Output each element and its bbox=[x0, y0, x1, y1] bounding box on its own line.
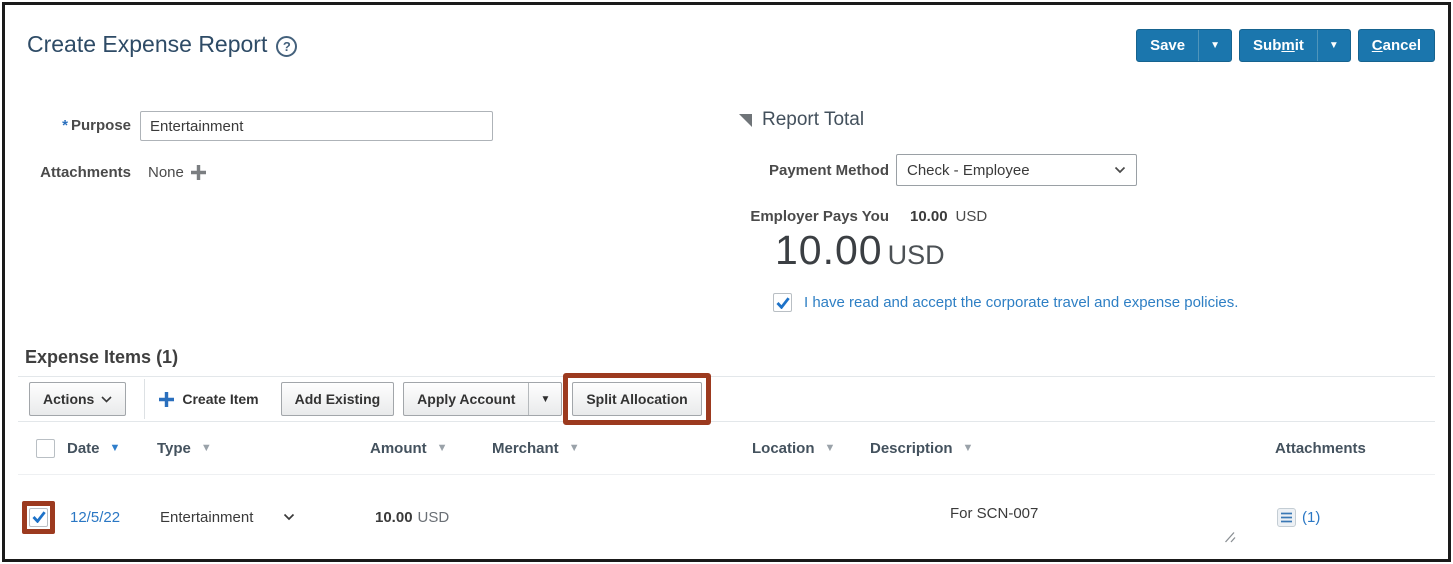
expense-description-cell[interactable]: For SCN-007 bbox=[865, 475, 1265, 559]
report-total-title: Report Total bbox=[762, 109, 864, 131]
payment-method-select[interactable]: Check - Employee bbox=[896, 154, 1137, 186]
total-currency: USD bbox=[888, 240, 945, 271]
split-allocation-button[interactable]: Split Allocation bbox=[572, 382, 701, 416]
attachments-none-text: None bbox=[148, 164, 184, 181]
actions-menu-button[interactable]: Actions bbox=[29, 382, 126, 416]
expense-amount: 10.00 bbox=[375, 509, 413, 526]
attachment-count-link[interactable]: (1) bbox=[1302, 509, 1320, 526]
expense-type-value: Entertainment bbox=[160, 509, 253, 526]
sort-arrow-icon[interactable]: ▼ bbox=[569, 443, 580, 454]
column-header-merchant[interactable]: Merchant ▼ bbox=[465, 440, 745, 457]
chevron-down-icon bbox=[101, 396, 112, 403]
policy-text: I have read and accept the corporate tra… bbox=[804, 293, 1238, 311]
sort-arrow-icon[interactable]: ▼ bbox=[201, 443, 212, 454]
submit-button[interactable]: Submit ▼ bbox=[1239, 29, 1351, 62]
report-total-amount: 10.00 USD bbox=[775, 227, 945, 274]
save-button[interactable]: Save ▼ bbox=[1136, 29, 1232, 62]
type-dropdown-chevron-icon[interactable] bbox=[283, 513, 295, 521]
purpose-label: *Purpose bbox=[21, 117, 131, 134]
column-header-description[interactable]: Description ▼ bbox=[865, 440, 1265, 457]
apply-account-button[interactable]: Apply Account ▼ bbox=[403, 382, 562, 416]
select-all-checkbox[interactable] bbox=[36, 439, 55, 458]
save-dropdown-button[interactable]: ▼ bbox=[1198, 30, 1231, 61]
attachment-document-icon[interactable] bbox=[1277, 508, 1296, 527]
expense-description[interactable]: For SCN-007 bbox=[950, 505, 1038, 522]
help-icon[interactable]: ? bbox=[276, 36, 297, 57]
expense-currency: USD bbox=[418, 509, 450, 526]
submit-dropdown-button[interactable]: ▼ bbox=[1317, 30, 1350, 61]
caret-down-icon: ▼ bbox=[1329, 41, 1339, 51]
sort-arrow-icon[interactable]: ▼ bbox=[825, 443, 836, 454]
create-item-button[interactable]: Create Item bbox=[159, 391, 258, 407]
employer-pays-label: Employer Pays You bbox=[705, 208, 889, 225]
textarea-resize-grip-icon[interactable] bbox=[1222, 530, 1237, 543]
expense-items-toolbar: Actions Create Item Add Existing Apply A… bbox=[18, 376, 1435, 422]
column-header-amount[interactable]: Amount ▼ bbox=[365, 440, 465, 457]
policy-row: I have read and accept the corporate tra… bbox=[773, 293, 1238, 312]
attachments-value: None bbox=[148, 164, 206, 181]
sort-arrow-icon[interactable]: ▼ bbox=[437, 443, 448, 454]
purpose-input[interactable] bbox=[140, 111, 493, 141]
row-checkbox[interactable] bbox=[29, 508, 48, 527]
save-button-label[interactable]: Save bbox=[1137, 30, 1198, 61]
split-allocation-annotation: Split Allocation bbox=[563, 373, 710, 425]
report-total-header: Report Total bbox=[739, 109, 864, 131]
required-marker: * bbox=[62, 117, 68, 134]
collapse-triangle-icon[interactable] bbox=[739, 114, 752, 127]
header-buttons: Save ▼ Submit ▼ Cancel bbox=[1136, 29, 1435, 62]
column-header-type[interactable]: Type ▼ bbox=[153, 440, 365, 457]
apply-account-label[interactable]: Apply Account bbox=[404, 383, 528, 415]
column-header-location[interactable]: Location ▼ bbox=[745, 440, 865, 457]
expense-table-header: Date ▼ Type ▼ Amount ▼ Merchant ▼ Locati… bbox=[18, 422, 1435, 475]
attachments-label: Attachments bbox=[21, 164, 131, 181]
sort-arrow-icon[interactable]: ▼ bbox=[963, 443, 974, 454]
payment-method-value: Check - Employee bbox=[907, 162, 1030, 179]
submit-button-label[interactable]: Submit bbox=[1240, 30, 1317, 61]
expense-date-link[interactable]: 12/5/22 bbox=[70, 509, 120, 526]
page-frame: Create Expense Report ? Save ▼ Submit ▼ … bbox=[2, 2, 1451, 562]
cancel-button-label[interactable]: Cancel bbox=[1359, 30, 1434, 61]
sort-arrow-icon[interactable]: ▼ bbox=[110, 443, 121, 454]
column-header-date[interactable]: Date ▼ bbox=[63, 440, 153, 457]
expense-item-row: 12/5/22 Entertainment 10.00 USD For SCN-… bbox=[18, 475, 1435, 559]
toolbar-separator bbox=[144, 379, 145, 419]
plus-icon bbox=[159, 392, 174, 407]
caret-down-icon: ▼ bbox=[1210, 41, 1220, 51]
policy-checkbox[interactable] bbox=[773, 293, 792, 312]
cancel-button[interactable]: Cancel bbox=[1358, 29, 1435, 62]
expense-items-heading: Expense Items (1) bbox=[25, 347, 178, 368]
chevron-down-icon bbox=[1114, 166, 1126, 174]
employer-pays-value: 10.00USD bbox=[910, 208, 987, 225]
add-attachment-icon[interactable] bbox=[191, 165, 206, 180]
page-title-text: Create Expense Report bbox=[27, 31, 267, 58]
caret-down-icon: ▼ bbox=[540, 394, 550, 405]
column-header-attachments: Attachments bbox=[1265, 440, 1435, 457]
page-title: Create Expense Report ? bbox=[27, 31, 297, 58]
payment-method-label: Payment Method bbox=[705, 162, 889, 179]
add-existing-button[interactable]: Add Existing bbox=[281, 382, 395, 416]
row-checkbox-annotation bbox=[22, 501, 55, 534]
total-amount: 10.00 bbox=[775, 227, 883, 274]
apply-account-dropdown-button[interactable]: ▼ bbox=[528, 383, 561, 415]
